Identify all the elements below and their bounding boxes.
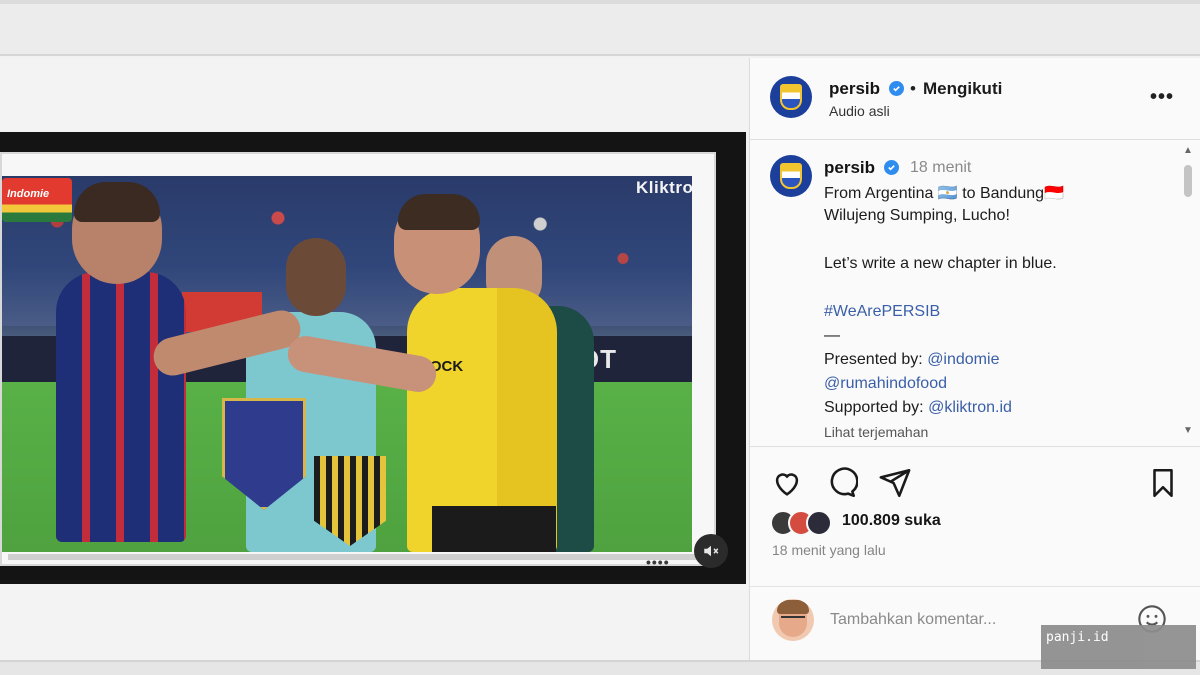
- post-photo: OT LOT ROCK: [2, 176, 692, 552]
- caption-line-3: Let’s write a new chapter in blue.: [824, 255, 1057, 272]
- bookmark-icon[interactable]: [1146, 466, 1180, 500]
- supported-by-label: Supported by:: [824, 399, 924, 416]
- player-left-hair: [74, 182, 160, 222]
- persib-crest-icon: [780, 163, 802, 189]
- browser-top-band: [0, 0, 1200, 56]
- avatar-hair: [777, 600, 809, 614]
- verified-badge-icon: [884, 160, 899, 175]
- site-watermark: panji.id: [1041, 625, 1196, 669]
- follow-button[interactable]: Mengikuti: [923, 79, 1002, 99]
- persib-crest-icon: [780, 84, 802, 110]
- browser-bottom-band: [0, 660, 1200, 675]
- video-dots: ••••: [646, 554, 670, 570]
- site-watermark-text: panji.id: [1046, 630, 1109, 645]
- mention-kliktron[interactable]: @kliktron.id: [928, 399, 1012, 416]
- more-options-icon[interactable]: •••: [1150, 86, 1174, 109]
- player-left-body: [56, 272, 186, 542]
- kliktron-watermark: Kliktron: [636, 178, 692, 197]
- video-frame[interactable]: OT LOT ROCK: [0, 132, 746, 584]
- share-icon[interactable]: [878, 466, 912, 500]
- presented-by-label: Presented by:: [824, 351, 923, 368]
- mute-icon: [704, 545, 719, 557]
- caption-account-name[interactable]: persib: [824, 158, 875, 178]
- account-avatar[interactable]: [770, 76, 812, 118]
- heart-icon[interactable]: [770, 466, 804, 500]
- liker-avatars[interactable]: [770, 510, 842, 538]
- caption-avatar[interactable]: [770, 155, 812, 197]
- scroll-up-icon[interactable]: ▲: [1183, 145, 1193, 156]
- supported-by-line: Supported by: @kliktron.id: [824, 399, 1012, 417]
- caption-hashtag[interactable]: #WeArePERSIB: [824, 303, 940, 321]
- mute-button[interactable]: [694, 534, 728, 568]
- header-separator: •: [910, 79, 916, 98]
- post-sidebar: persib • Mengikuti Audio asli ••• persib…: [749, 58, 1200, 660]
- mention-rumahindofood[interactable]: @rumahindofood: [824, 375, 947, 393]
- post-header: persib • Mengikuti Audio asli •••: [750, 58, 1200, 140]
- comment-icon[interactable]: [824, 466, 858, 500]
- caption-time: 18 menit: [910, 159, 972, 176]
- video-scrub-bar[interactable]: [42, 558, 652, 560]
- sponsor-logo-text: Indomie: [7, 188, 50, 200]
- caption-area: persib 18 menit From Argentina 🇦🇷 to Ban…: [750, 141, 1200, 447]
- caption-line-1: From Argentina 🇦🇷 to Bandung🇮🇩: [824, 185, 1064, 202]
- referee-head: [286, 238, 346, 316]
- mention-indomie[interactable]: @indomie: [927, 351, 999, 368]
- current-user-avatar: [772, 599, 814, 641]
- caption-scrollbar-thumb[interactable]: [1184, 165, 1192, 197]
- scroll-down-icon[interactable]: ▼: [1183, 425, 1193, 436]
- post-actions: 100.809 suka 18 menit yang lalu: [750, 448, 1200, 568]
- liker-avatar: [806, 510, 832, 536]
- avatar-glasses: [781, 616, 805, 622]
- account-name[interactable]: persib: [829, 79, 880, 99]
- post-time-ago: 18 menit yang lalu: [772, 542, 886, 558]
- player-right-hair: [398, 194, 480, 230]
- see-translation-link[interactable]: Lihat terjemahan: [824, 424, 928, 440]
- sponsor-logo: Indomie: [2, 178, 72, 222]
- likes-count[interactable]: 100.809 suka: [842, 512, 941, 530]
- media-panel: OT LOT ROCK: [0, 58, 748, 660]
- audio-label[interactable]: Audio asli: [829, 103, 890, 119]
- verified-badge-icon: [889, 81, 904, 96]
- caption-line-2: Wilujeng Sumping, Lucho!: [824, 207, 1010, 224]
- caption-dash: —: [824, 327, 840, 344]
- presented-by-line: Presented by: @indomie: [824, 351, 999, 369]
- player-right-shorts: [432, 506, 556, 552]
- video-screen: OT LOT ROCK: [0, 152, 716, 570]
